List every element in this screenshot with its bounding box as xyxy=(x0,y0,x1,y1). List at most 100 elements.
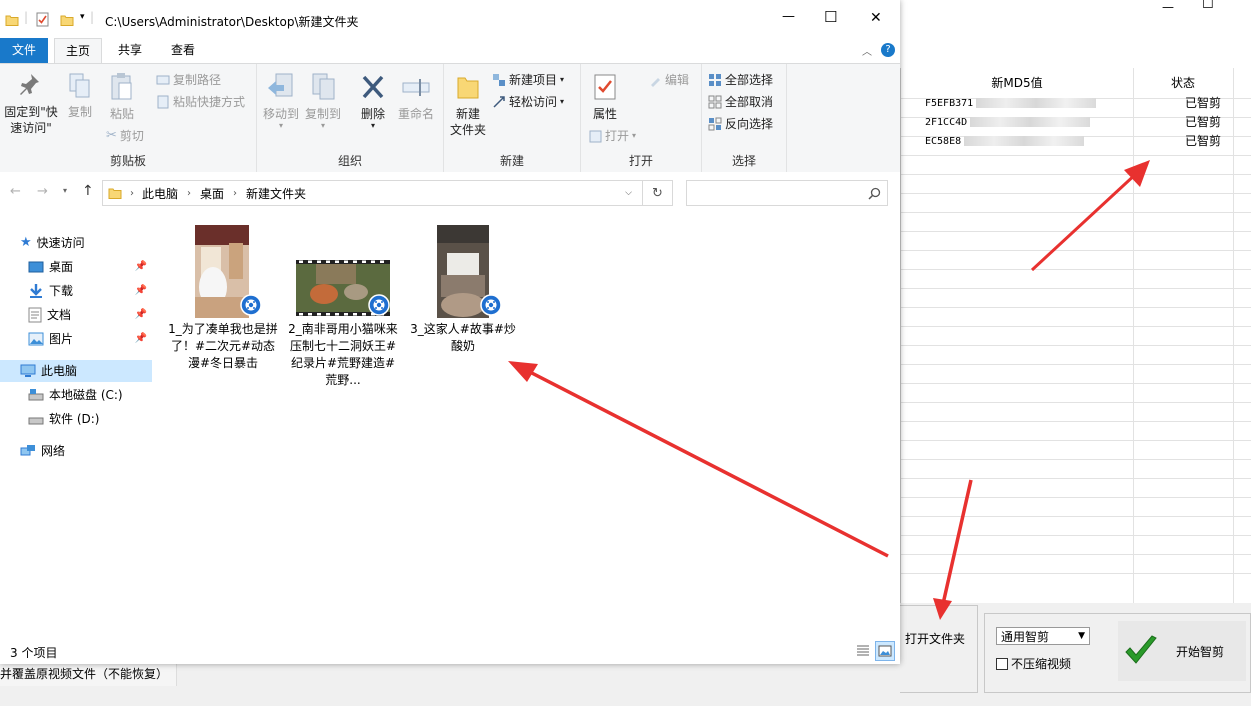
bg-maximize-button[interactable]: ☐ xyxy=(1202,0,1214,12)
bg-minimize-button[interactable]: — xyxy=(1162,0,1174,14)
copy-path-button[interactable]: 复制路径 xyxy=(156,70,221,90)
chevron-down-icon[interactable]: ▾ xyxy=(80,12,85,22)
title-bar: | ▾ | C:\Users\Administrator\Desktop\新建文… xyxy=(0,0,900,38)
open-button[interactable]: 打开 ▾ xyxy=(589,126,636,146)
maximize-button[interactable]: ☐ xyxy=(824,8,837,26)
tab-share[interactable]: 共享 xyxy=(106,38,154,63)
rename-button[interactable]: 重命名 xyxy=(395,72,437,122)
up-arrow-icon[interactable]: ↑ xyxy=(82,183,94,199)
nav-item-documents[interactable]: 文档 📌 xyxy=(28,304,153,326)
chevron-down-icon: ▾ xyxy=(560,75,565,84)
item-count: 3 个项目 xyxy=(10,646,58,660)
nav-item-pictures[interactable]: 图片 📌 xyxy=(28,328,153,350)
rename-icon xyxy=(402,79,430,96)
recent-locations-icon[interactable]: ▾ xyxy=(63,186,67,195)
tab-view[interactable]: 查看 xyxy=(159,38,207,63)
cut-button[interactable]: ✂ 剪切 xyxy=(106,126,144,146)
close-button[interactable]: ✕ xyxy=(870,10,882,26)
computer-icon xyxy=(20,364,36,377)
file-name: 2_南非哥用小猫咪来压制七十二洞妖王#纪录片#荒野建造#荒野... xyxy=(288,322,398,387)
tab-home[interactable]: 主页 xyxy=(54,38,102,63)
refresh-button[interactable]: ↻ xyxy=(643,180,673,206)
file-item[interactable]: 1_为了凑单我也是拼了！#二次元#动态漫#冬日暴击 xyxy=(168,224,278,372)
edit-button[interactable]: 编辑 xyxy=(649,70,689,90)
copy-label: 复制 xyxy=(67,105,92,119)
properties-button[interactable]: 属性 xyxy=(587,72,623,122)
checkmark-icon xyxy=(1125,635,1157,664)
ribbon-group-clipboard: 固定到"快 速访问" 复制 粘贴 复制路径 粘贴快捷方式 ✂ 剪切 剪贴板 xyxy=(0,64,257,172)
file-item[interactable]: 2_南非哥用小猫咪来压制七十二洞妖王#纪录片#荒野建造#荒野... xyxy=(288,224,398,389)
ribbon-tabs: 文件 主页 共享 查看 ︿ ? xyxy=(0,38,900,63)
invert-selection-button[interactable]: 反向选择 xyxy=(708,114,773,134)
new-item-button[interactable]: 新建项目 ▾ xyxy=(492,70,564,90)
select-all-icon xyxy=(709,74,721,86)
details-view-icon[interactable] xyxy=(855,643,871,659)
help-icon[interactable]: ? xyxy=(881,43,895,57)
minimize-button[interactable]: — xyxy=(782,9,795,24)
new-folder-button[interactable]: 新建 文件夹 xyxy=(446,72,490,138)
properties-icon[interactable] xyxy=(36,12,50,27)
file-explorer-window: | ▾ | C:\Users\Administrator\Desktop\新建文… xyxy=(0,0,900,664)
nav-item-downloads[interactable]: 下载 📌 xyxy=(28,280,153,302)
search-input[interactable] xyxy=(686,180,888,206)
select-none-button[interactable]: 全部取消 xyxy=(708,92,773,112)
large-icons-view-button[interactable] xyxy=(875,641,895,661)
nav-item-desktop[interactable]: 桌面 📌 xyxy=(28,256,153,278)
nav-quick-access[interactable]: ★ 快速访问 xyxy=(20,232,85,254)
paste-shortcut-icon xyxy=(157,95,169,109)
ribbon-group-open: 属性 打开 ▾ 编辑 打开 xyxy=(581,64,702,172)
mode-select[interactable]: 通用智剪 ▼ xyxy=(996,627,1090,645)
nav-drive-d[interactable]: 软件 (D:) xyxy=(28,408,99,430)
forward-arrow-icon[interactable]: → xyxy=(37,184,48,199)
pin-icon: 📌 xyxy=(134,285,147,296)
copy-button[interactable]: 复制 xyxy=(62,72,98,120)
open-group-label: 打开 xyxy=(628,154,653,168)
copy-to-button[interactable]: 复制到 ▾ xyxy=(303,72,343,130)
no-compress-label: 不压缩视频 xyxy=(1011,657,1072,671)
folder-icon xyxy=(108,188,122,199)
file-item[interactable]: 3_这家人#故事#炒酸奶 xyxy=(408,224,518,355)
download-icon xyxy=(30,284,42,298)
row-status: 已智剪 xyxy=(1184,134,1221,148)
drive-icon xyxy=(28,417,44,425)
chevron-down-icon[interactable]: ⌵ xyxy=(625,188,632,198)
nav-network[interactable]: 网络 xyxy=(20,440,65,462)
collapse-ribbon-icon[interactable]: ︿ xyxy=(862,43,872,58)
pictures-icon xyxy=(28,332,44,346)
open-folder-button[interactable]: 打开文件夹 xyxy=(900,625,970,651)
file-name: 3_这家人#故事#炒酸奶 xyxy=(410,322,516,353)
paste-button[interactable]: 粘贴 xyxy=(102,72,142,122)
search-icon xyxy=(868,187,881,200)
overwrite-text: 并覆盖原视频文件（不能恢复） xyxy=(0,664,177,686)
desktop-icon xyxy=(28,261,44,273)
mode-select-value: 通用智剪 xyxy=(1001,629,1050,644)
select-all-button[interactable]: 全部选择 xyxy=(708,70,773,90)
tab-file[interactable]: 文件 xyxy=(0,38,48,63)
pin-quick-access-button[interactable]: 固定到"快 速访问" xyxy=(2,72,60,136)
properties-icon xyxy=(594,74,616,100)
copy-to-icon xyxy=(312,73,335,100)
back-arrow-icon[interactable]: ← xyxy=(10,184,21,199)
md5-value: F5EFB371 xyxy=(925,98,974,109)
paste-label: 粘贴 xyxy=(109,107,134,121)
delete-button[interactable]: 删除 ▾ xyxy=(355,72,391,130)
no-compress-checkbox[interactable]: 不压缩视频 xyxy=(996,655,1071,672)
breadcrumb-this-pc[interactable]: 此电脑 xyxy=(142,185,178,202)
paste-shortcut-button[interactable]: 粘贴快捷方式 xyxy=(156,92,245,112)
breadcrumb-desktop[interactable]: 桌面 xyxy=(200,185,224,202)
md5-result-table: 新MD5值 状态 F5EFB371 已智剪 2F1CC4D 已智剪 EC58E8… xyxy=(900,68,1251,603)
start-button[interactable]: 开始智剪 xyxy=(1118,621,1246,681)
select-none-icon xyxy=(708,95,722,109)
move-to-button[interactable]: 移动到 ▾ xyxy=(261,72,301,130)
nav-this-pc[interactable]: 此电脑 xyxy=(0,360,152,382)
easy-access-button[interactable]: 轻松访问 ▾ xyxy=(492,92,564,112)
chevron-down-icon: ▼ xyxy=(1078,631,1085,641)
folder-icon xyxy=(457,77,479,99)
checkbox-box[interactable] xyxy=(996,657,1008,670)
scissors-icon: ✂ xyxy=(106,128,117,143)
new-folder-icon[interactable] xyxy=(60,13,74,27)
chevron-down-icon: ▾ xyxy=(560,97,565,106)
address-input[interactable]: › 此电脑 › 桌面 › 新建文件夹 ⌵ xyxy=(102,180,643,206)
nav-drive-c[interactable]: 本地磁盘 (C:) xyxy=(28,384,123,406)
breadcrumb-new-folder[interactable]: 新建文件夹 xyxy=(246,185,306,202)
